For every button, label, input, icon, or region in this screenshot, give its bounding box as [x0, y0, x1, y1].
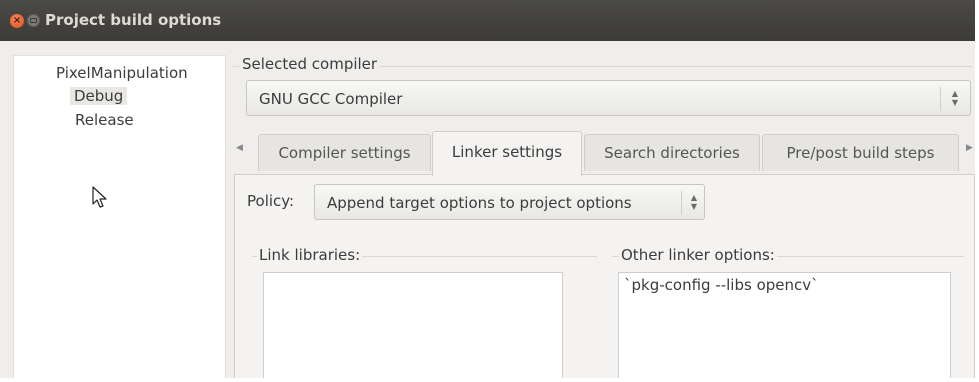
title-bar: × Project build options	[0, 0, 975, 41]
policy-select[interactable]: Append target options to project options…	[314, 184, 705, 220]
mouse-pointer-icon	[92, 186, 107, 208]
frame-bottom-edge	[0, 378, 979, 382]
other-linker-options-value: `pkg-config --libs opencv`	[624, 276, 819, 294]
link-libraries-label: Link libraries:	[257, 246, 363, 264]
policy-spinner-up: ▲	[690, 193, 698, 202]
compiler-select-value: GNU GCC Compiler	[259, 90, 403, 108]
arrow-left-icon[interactable]: ◀	[236, 143, 243, 153]
tree-item-debug[interactable]: Debug	[70, 87, 128, 105]
minimize-icon[interactable]	[27, 14, 40, 27]
tab-compiler-settings[interactable]: Compiler settings	[258, 134, 431, 171]
compiler-select[interactable]: GNU GCC Compiler ▲ ▼	[246, 80, 971, 116]
tree-item-release[interactable]: Release	[75, 111, 134, 129]
tab-pre-post-build-steps[interactable]: Pre/post build steps	[762, 134, 959, 171]
target-tree: PixelManipulation Debug Release	[13, 55, 226, 378]
tab-search-directories[interactable]: Search directories	[584, 134, 760, 171]
policy-label: Policy:	[245, 192, 297, 210]
compiler-select-divider	[940, 87, 941, 111]
spinner-icon: ▲ ▼	[687, 193, 701, 211]
tree-root-project[interactable]: PixelManipulation	[56, 64, 188, 82]
tab-linker-settings[interactable]: Linker settings	[432, 131, 582, 176]
close-icon[interactable]: ×	[10, 14, 24, 28]
window-title: Project build options	[45, 11, 222, 29]
spinner-up-glyph: ▲	[951, 89, 959, 98]
policy-select-value: Append target options to project options	[327, 194, 632, 212]
arrow-right-icon[interactable]: ▶	[966, 143, 973, 153]
policy-spinner-down: ▼	[690, 202, 698, 211]
other-linker-options-label: Other linker options:	[619, 246, 777, 264]
settings-tab-strip: ◀ Compiler settings Linker settings Sear…	[232, 131, 975, 176]
spinner-icon: ▲ ▼	[948, 89, 962, 107]
build-options-window: × Project build options PixelManipulatio…	[0, 0, 975, 378]
spinner-down-glyph: ▼	[951, 98, 959, 107]
selected-compiler-label: Selected compiler	[240, 55, 380, 73]
policy-select-divider	[681, 191, 682, 215]
link-libraries-list[interactable]	[263, 272, 563, 378]
